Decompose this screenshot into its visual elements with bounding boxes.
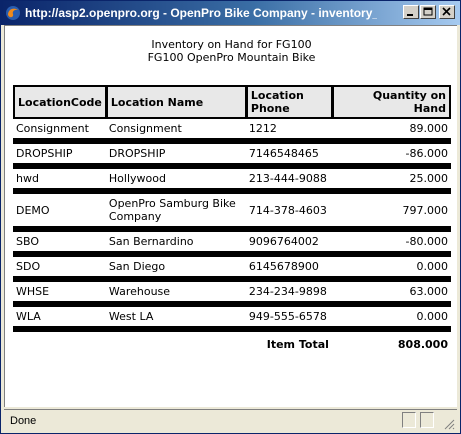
title-bar[interactable]: http://asp2.openpro.org - OpenPro Bike C… [1,1,460,25]
cell-quantity: -86.000 [331,144,451,169]
cell-location-phone: 1212 [245,119,332,144]
maximize-button[interactable] [420,5,436,19]
window-title: http://asp2.openpro.org - OpenPro Bike C… [25,6,377,20]
table-row: SBO San Bernardino 9096764002 -80.000 [13,232,451,257]
browser-window: http://asp2.openpro.org - OpenPro Bike C… [0,0,461,434]
cell-location-name: Warehouse [105,282,246,307]
cell-location-name: San Diego [105,257,246,282]
firefox-icon[interactable] [5,5,21,21]
maximize-icon [423,7,433,16]
report-title: Inventory on Hand for FG100 [151,38,312,51]
resize-grip-icon[interactable] [443,418,455,430]
close-button[interactable] [439,5,455,19]
cell-location-code: WHSE [13,282,106,307]
status-bar: Done [4,409,457,432]
cell-quantity: -80.000 [331,232,451,257]
table-row: DROPSHIP DROPSHIP 7146548465 -86.000 [13,144,451,169]
status-panel [420,412,434,428]
cell-location-phone: 213-444-9088 [245,169,332,194]
cell-location-name: Consignment [105,119,246,144]
cell-location-code: hwd [13,169,106,194]
minimize-icon [407,14,413,16]
table-row: DEMO OpenPro Samburg Bike Company 714-37… [13,194,451,232]
inventory-table: LocationCode Location Name Location Phon… [13,85,451,354]
cell-quantity: 0.000 [331,307,451,332]
cell-location-name: West LA [105,307,246,332]
cell-quantity: 25.000 [331,169,451,194]
page-content[interactable]: Inventory on Hand for FG100 FG100 OpenPr… [4,25,457,407]
header-location-code: LocationCode [13,85,106,119]
table-row: WHSE Warehouse 234-234-9898 63.000 [13,282,451,307]
total-spacer [13,332,106,354]
cell-quantity: 89.000 [331,119,451,144]
cell-quantity: 63.000 [331,282,451,307]
header-location-name: Location Name [105,85,246,119]
report-subtitle: FG100 OpenPro Mountain Bike [147,51,316,64]
table-header-row: LocationCode Location Name Location Phon… [13,85,451,119]
cell-quantity: 0.000 [331,257,451,282]
total-spacer [106,332,246,354]
table-row: hwd Hollywood 213-444-9088 25.000 [13,169,451,194]
minimize-button[interactable] [403,5,419,19]
cell-location-name: Hollywood [105,169,246,194]
header-quantity-on-hand: Quantity on Hand [331,85,451,119]
close-icon [442,7,451,16]
header-location-phone: Location Phone [245,85,332,119]
table-row: Consignment Consignment 1212 89.000 [13,119,451,144]
cell-location-name: DROPSHIP [105,144,246,169]
cell-location-code: SDO [13,257,106,282]
status-panel [402,412,416,428]
cell-location-phone: 9096764002 [245,232,332,257]
cell-location-name: San Bernardino [105,232,246,257]
cell-location-phone: 7146548465 [245,144,332,169]
cell-location-code: SBO [13,232,106,257]
total-row: Item Total 808.000 [13,332,451,354]
cell-location-code: WLA [13,307,106,332]
cell-location-name: OpenPro Samburg Bike Company [105,194,246,232]
cell-location-code: Consignment [13,119,106,144]
cell-location-code: DEMO [13,194,106,232]
table-row: SDO San Diego 6145678900 0.000 [13,257,451,282]
cell-location-phone: 6145678900 [245,257,332,282]
status-text: Done [10,415,37,427]
table-row: WLA West LA 949-555-6578 0.000 [13,307,451,332]
cell-quantity: 797.000 [331,194,451,232]
cell-location-phone: 949-555-6578 [245,307,332,332]
item-total-label: Item Total [266,338,329,351]
item-total-value: 808.000 [397,338,448,351]
cell-location-phone: 714-378-4603 [245,194,332,232]
cell-location-phone: 234-234-9898 [245,282,332,307]
cell-location-code: DROPSHIP [13,144,106,169]
